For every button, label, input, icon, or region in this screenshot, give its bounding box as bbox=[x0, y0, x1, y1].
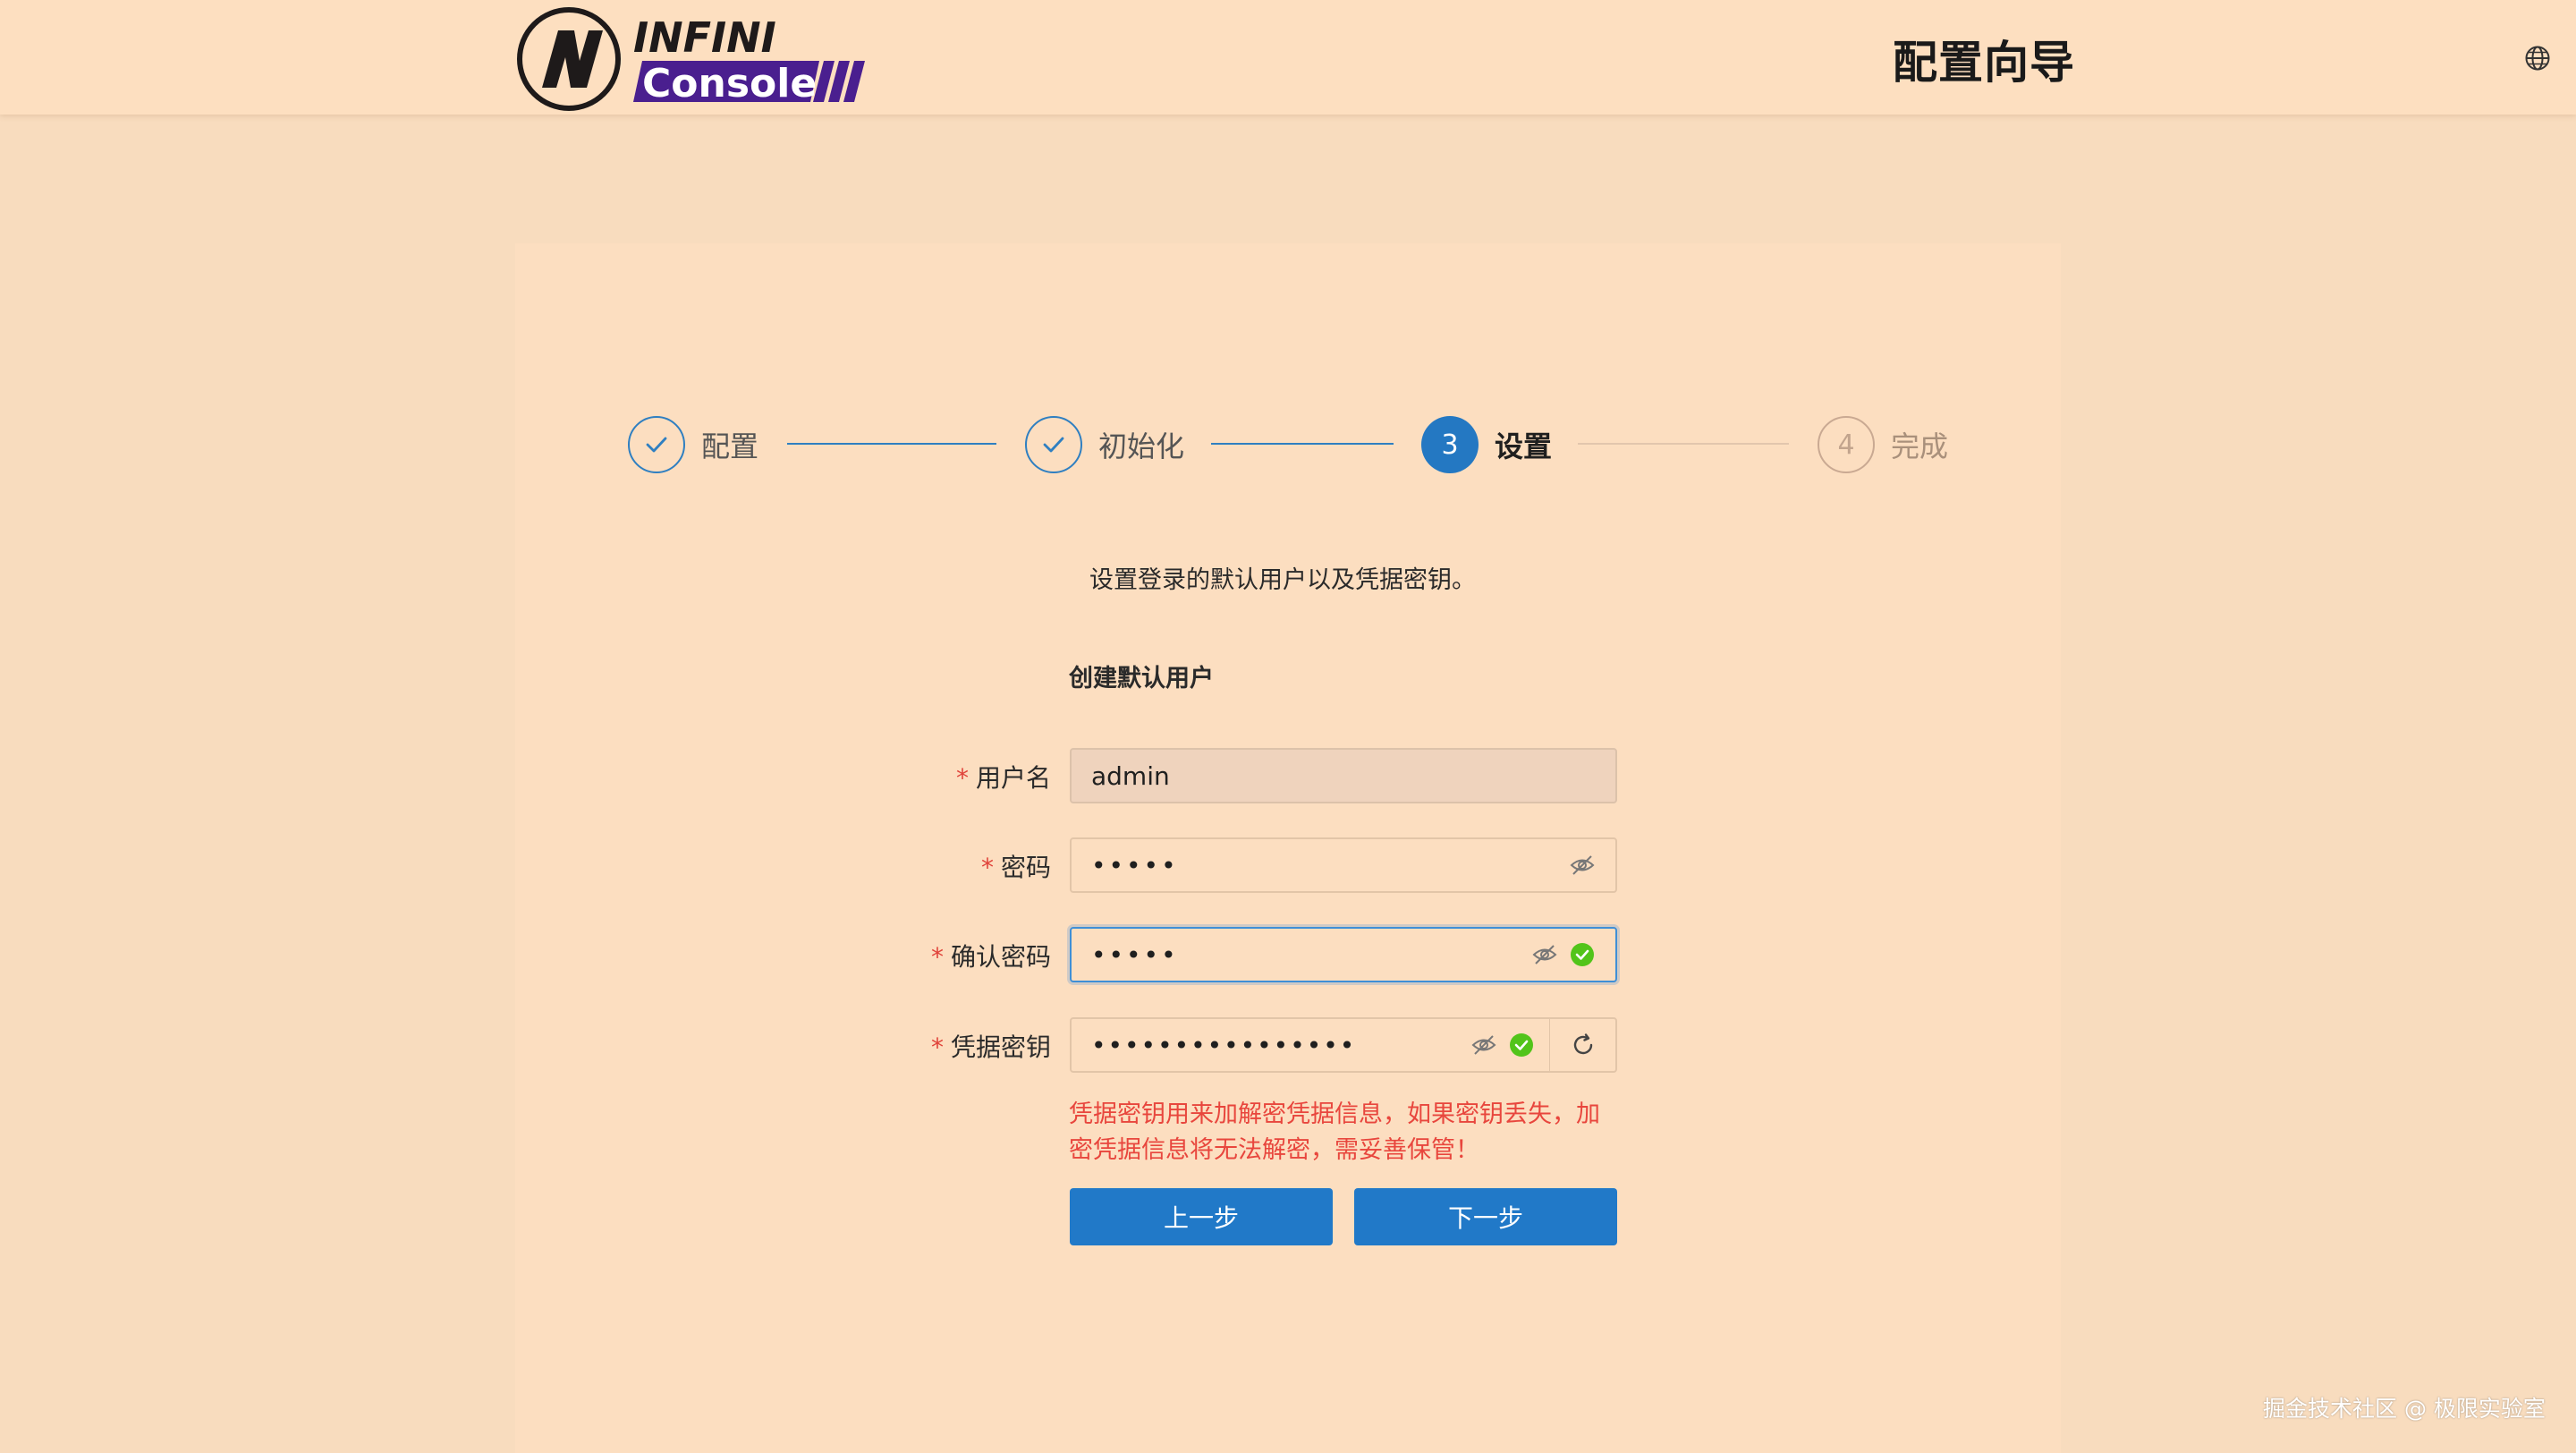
secret-warning: 凭据密钥用来加解密凭据信息，如果密钥丢失，加密凭据信息将无法解密，需妥善保管！ bbox=[1069, 1100, 1600, 1164]
watermark: 掘金技术社区 @ 极限实验室 bbox=[2263, 1396, 2546, 1422]
step-settings[interactable]: 3 设置 bbox=[1421, 413, 1552, 476]
step-finish[interactable]: 4 完成 bbox=[1818, 413, 1948, 476]
step-label: 设置 bbox=[1495, 429, 1553, 463]
section-title: 创建默认用户 bbox=[1069, 665, 1214, 693]
step-label: 配置 bbox=[701, 429, 759, 463]
eye-off-icon[interactable] bbox=[1470, 1032, 1497, 1058]
confirm-password-label: * 确认密码 bbox=[930, 942, 1051, 972]
check-icon bbox=[1025, 416, 1082, 473]
eye-off-icon[interactable] bbox=[1569, 852, 1596, 879]
page-title: 配置向导 bbox=[1893, 37, 2075, 89]
required-mark: * bbox=[980, 853, 994, 882]
logo-text-bottom: Console bbox=[642, 61, 817, 106]
confirm-password-value: ••••• bbox=[1091, 939, 1179, 970]
required-mark: * bbox=[955, 763, 969, 793]
setup-description: 设置登录的默认用户以及凭据密钥。 bbox=[1089, 566, 1476, 594]
check-circle-icon bbox=[1508, 1032, 1535, 1058]
check-icon bbox=[628, 416, 685, 473]
step-connector bbox=[1578, 443, 1789, 445]
globe-icon[interactable] bbox=[2524, 45, 2551, 72]
credential-secret-value: •••••••••••••••• bbox=[1091, 1030, 1357, 1060]
refresh-icon bbox=[1573, 1033, 1592, 1055]
password-label: * 密码 bbox=[980, 853, 1051, 882]
step-init[interactable]: 初始化 bbox=[1025, 413, 1184, 476]
step-connector bbox=[787, 443, 996, 445]
prev-button[interactable]: 上一步 bbox=[1070, 1188, 1333, 1245]
username-label: * 用户名 bbox=[955, 763, 1051, 793]
top-bar: INFINI Console 配置向导 bbox=[0, 0, 2576, 115]
username-value: admin bbox=[1091, 760, 1170, 791]
eye-off-icon[interactable] bbox=[1531, 941, 1558, 968]
step-connector bbox=[1211, 443, 1394, 445]
step-config[interactable]: 配置 bbox=[628, 413, 758, 476]
logo-text-top: INFINI bbox=[633, 13, 776, 62]
credential-secret-label: * 凭据密钥 bbox=[930, 1032, 1051, 1062]
username-input[interactable]: admin bbox=[1070, 748, 1617, 803]
required-mark: * bbox=[930, 1032, 944, 1062]
next-button[interactable]: 下一步 bbox=[1354, 1188, 1617, 1245]
confirm-password-input[interactable]: ••••• bbox=[1070, 927, 1617, 982]
refresh-secret-button[interactable] bbox=[1549, 1017, 1617, 1073]
infini-console-logo[interactable]: INFINI Console bbox=[515, 5, 873, 113]
password-input[interactable]: ••••• bbox=[1070, 837, 1617, 893]
step-number: 3 bbox=[1421, 416, 1479, 473]
step-label: 完成 bbox=[1891, 429, 1949, 463]
required-mark: * bbox=[930, 942, 944, 972]
password-value: ••••• bbox=[1091, 850, 1179, 880]
credential-secret-input[interactable]: •••••••••••••••• bbox=[1070, 1017, 1556, 1073]
step-label: 初始化 bbox=[1098, 429, 1185, 463]
check-circle-icon bbox=[1569, 941, 1596, 968]
step-number: 4 bbox=[1818, 416, 1875, 473]
